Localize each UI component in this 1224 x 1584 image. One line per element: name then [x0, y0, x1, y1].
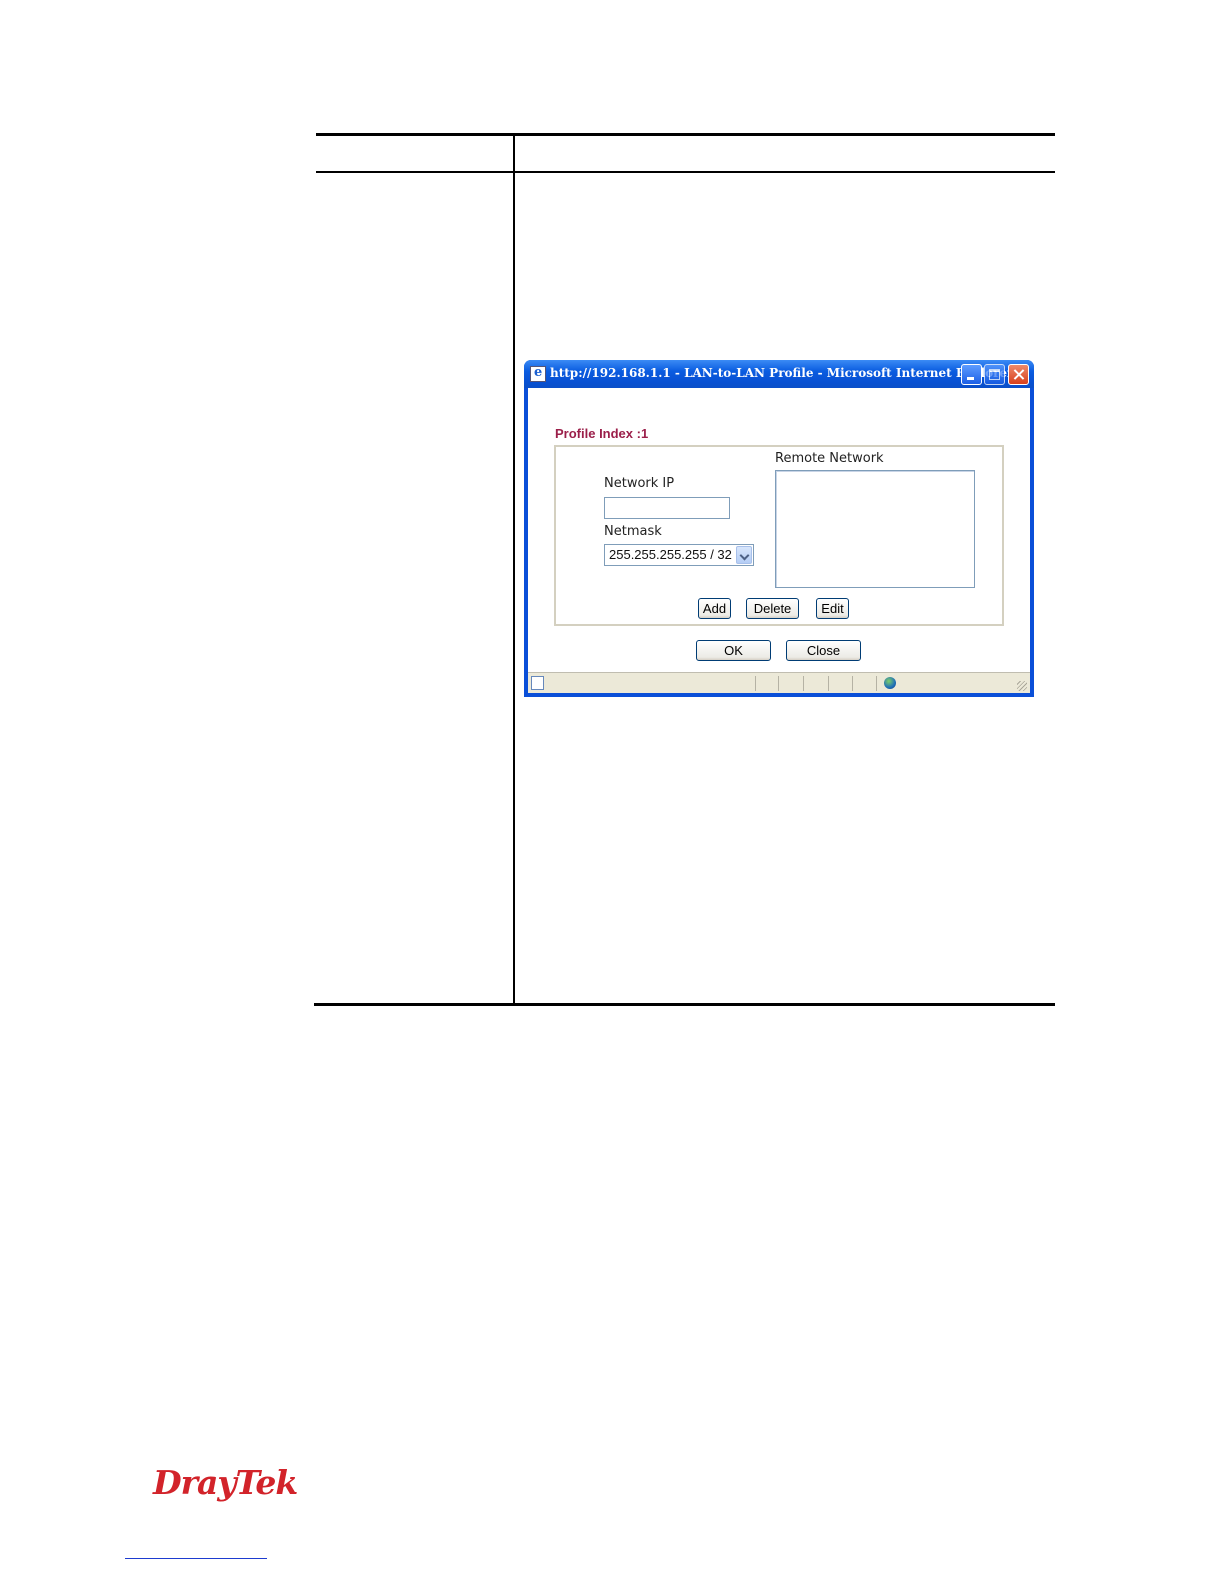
table-column-divider — [513, 133, 515, 1005]
netmask-selected-value: 255.255.255.255 / 32 — [609, 547, 732, 562]
netmask-select[interactable]: 255.255.255.255 / 32 — [604, 544, 754, 566]
ie-page-icon — [530, 365, 546, 382]
table-header-rule — [316, 171, 1055, 173]
close-button[interactable]: Close — [786, 640, 861, 661]
draytek-logo: DrayTek — [153, 1463, 298, 1502]
internet-zone-icon — [884, 677, 896, 689]
ie-titlebar: http://192.168.1.1 - LAN-to-LAN Profile … — [524, 360, 1034, 388]
profile-index-heading: Profile Index :1 — [555, 426, 649, 441]
network-ip-input[interactable] — [604, 497, 730, 519]
status-divider — [755, 676, 756, 691]
status-divider — [803, 676, 804, 691]
table-top-rule — [316, 133, 1055, 136]
table-bottom-rule — [314, 1003, 1055, 1006]
page-icon — [531, 676, 544, 690]
network-ip-label: Network IP — [604, 476, 675, 491]
delete-button[interactable]: Delete — [746, 598, 799, 619]
status-divider — [852, 676, 853, 691]
window-title: http://192.168.1.1 - LAN-to-LAN Profile … — [550, 366, 1014, 380]
add-button[interactable]: Add — [698, 598, 731, 619]
status-bar — [528, 672, 1030, 693]
chevron-down-icon[interactable] — [736, 546, 752, 564]
ie-window: http://192.168.1.1 - LAN-to-LAN Profile … — [524, 360, 1034, 697]
close-icon[interactable] — [1008, 364, 1029, 385]
maximize-icon[interactable] — [984, 364, 1005, 385]
ok-button[interactable]: OK — [696, 640, 771, 661]
netmask-label: Netmask — [604, 524, 662, 539]
status-divider — [778, 676, 779, 691]
status-divider — [876, 676, 877, 691]
footer-rule — [125, 1558, 267, 1559]
status-divider — [828, 676, 829, 691]
edit-button[interactable]: Edit — [816, 598, 849, 619]
resize-grip-icon[interactable] — [1017, 681, 1027, 691]
remote-network-list[interactable] — [775, 470, 975, 588]
minimize-icon[interactable] — [961, 364, 982, 385]
remote-network-label: Remote Network — [775, 451, 884, 466]
dialog-content: Profile Index :1 Remote Network Network … — [528, 388, 1030, 672]
